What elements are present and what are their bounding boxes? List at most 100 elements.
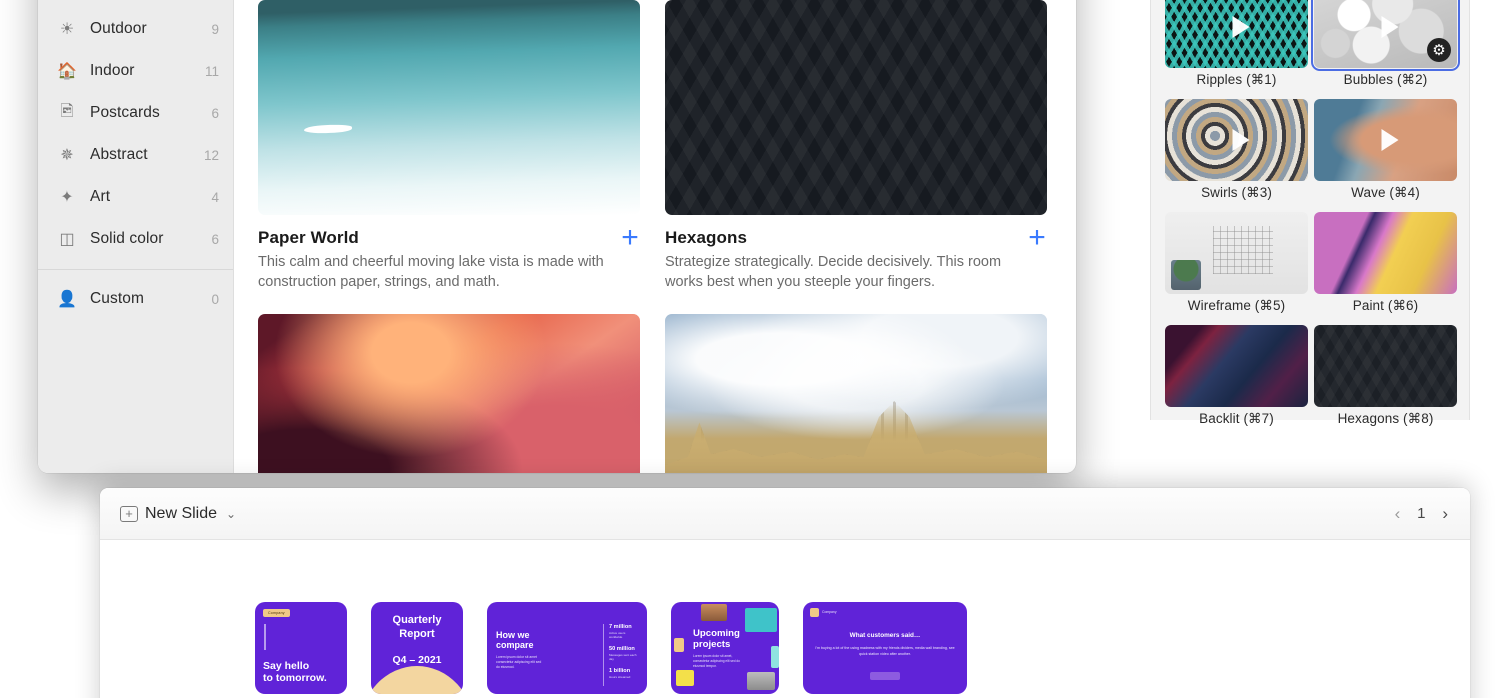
slide-stat-number: 7 million <box>609 624 632 630</box>
background-title: Paper World <box>258 228 359 247</box>
slide-photo-5 <box>747 672 775 690</box>
effect-thumbnail-wave[interactable] <box>1314 99 1457 181</box>
background-card-paper-world[interactable]: Paper World This calm and cheerful movin… <box>258 0 645 314</box>
slide-heading: What customers said… <box>849 632 921 639</box>
slide-heading: Say hello to tomorrow. <box>263 660 327 684</box>
screen-root: Ripples (⌘1) ⚙ Bubbles (⌘2) Swirls (⌘3) <box>0 0 1500 698</box>
sun-icon: ☀ <box>59 21 75 38</box>
sidebar-item-custom[interactable]: 👤 Custom 0 <box>38 278 233 320</box>
background-thumbnail[interactable] <box>665 0 1047 215</box>
new-slide-button[interactable]: + New Slide ⌄ <box>120 505 236 523</box>
slide-thumbnail-customer-quote[interactable]: Company What customers said… I'm buying … <box>803 602 967 694</box>
sidebar-item-label: Custom <box>90 290 145 307</box>
sidebar-item-count: 11 <box>204 63 219 79</box>
effect-thumbnail-ripples[interactable] <box>1165 0 1308 68</box>
house-icon: 🏠 <box>57 63 77 80</box>
slide-thumbnail-quarterly-report[interactable]: Quarterly Report Q4 – 2021 <box>371 602 463 694</box>
effect-label: Paint (⌘6) <box>1352 298 1419 313</box>
slide-title: Upcoming projects <box>693 628 740 650</box>
backgrounds-window: ☀ Outdoor 9 🏠 Indoor 11 🖻 Postcards 6 ✵ … <box>38 0 1076 473</box>
slide-heading: Quarterly Report <box>371 614 463 642</box>
sidebar-item-label: Abstract <box>90 146 148 163</box>
sidebar-item-art[interactable]: ✦ Art 4 <box>38 176 233 218</box>
effect-label: Hexagons (⌘8) <box>1337 411 1434 426</box>
effect-item-hexagons[interactable]: Hexagons (⌘8) <box>1314 325 1457 434</box>
slide-cta-button[interactable] <box>870 672 900 680</box>
slide-heading-line1: Say hello <box>263 659 310 672</box>
slide-stat: 50 million Messages sent each day <box>609 646 639 661</box>
sidebar-item-label: Art <box>90 188 111 205</box>
effect-thumbnail-backlit[interactable] <box>1165 325 1308 407</box>
background-description: Strategize strategically. Decide decisiv… <box>665 254 1002 290</box>
backgrounds-grid: Paper World This calm and cheerful movin… <box>234 0 1076 473</box>
slide-deck-window: + New Slide ⌄ ‹ 1 › Company Say hello to… <box>100 488 1470 698</box>
slide-stats-column: 7 million Active users worldwide 50 mill… <box>603 624 639 686</box>
effect-item-swirls[interactable]: Swirls (⌘3) <box>1165 99 1308 208</box>
slide-title-line2: compare <box>496 640 534 651</box>
slide-body: I'm buying a lot of the using madness wi… <box>815 646 955 656</box>
sidebar-item-count: 6 <box>211 231 219 247</box>
effect-thumbnail-wireframe[interactable] <box>1165 212 1308 294</box>
effect-thumbnail-bubbles[interactable]: ⚙ <box>1311 0 1460 71</box>
background-thumbnail[interactable] <box>665 314 1047 473</box>
sidebar-item-solid-color[interactable]: ◫ Solid color 6 <box>38 218 233 260</box>
sidebar-item-label: Postcards <box>90 104 160 121</box>
background-card-arizona[interactable]: Arizona Antelope Canyon is nature showin… <box>258 314 645 473</box>
palette-icon: ✦ <box>60 189 74 206</box>
new-slide-label: New Slide <box>145 504 218 522</box>
background-thumbnail[interactable] <box>258 0 640 215</box>
sidebar-item-count: 0 <box>211 291 219 307</box>
effect-item-paint[interactable]: Paint (⌘6) <box>1314 212 1457 321</box>
sidebar-item-postcards[interactable]: 🖻 Postcards 6 <box>38 92 233 134</box>
effect-item-ripples[interactable]: Ripples (⌘1) <box>1165 0 1308 95</box>
effect-label: Backlit (⌘7) <box>1199 411 1274 426</box>
sidebar-item-indoor[interactable]: 🏠 Indoor 11 <box>38 50 233 92</box>
slide-rule <box>264 624 266 650</box>
background-card-hexagons[interactable]: Hexagons Strategize strategically. Decid… <box>665 0 1052 314</box>
slide-photo-6 <box>771 646 779 668</box>
effect-thumbnail-hexagons[interactable] <box>1314 325 1457 407</box>
sidebar-item-abstract[interactable]: ✵ Abstract 12 <box>38 134 233 176</box>
sidebar-item-label: Solid color <box>90 230 164 247</box>
gear-icon[interactable]: ⚙ <box>1427 38 1451 62</box>
slide-stat-desc: Messages sent each day <box>609 653 637 661</box>
slide-title-line1: How we <box>496 630 530 640</box>
slide-logo-text: Company <box>822 610 837 614</box>
effect-item-wave[interactable]: Wave (⌘4) <box>1314 99 1457 208</box>
slide-thumbnail-upcoming-projects[interactable]: Upcoming projects Lorem ipsum dolor sit … <box>671 602 779 694</box>
sidebar-item-outdoor[interactable]: ☀ Outdoor 9 <box>38 8 233 50</box>
add-slide-icon: + <box>120 505 138 522</box>
pager: ‹ 1 › <box>1395 504 1448 524</box>
effects-grid: Ripples (⌘1) ⚙ Bubbles (⌘2) Swirls (⌘3) <box>1165 0 1460 434</box>
background-meta: Paper World This calm and cheerful movin… <box>258 215 645 292</box>
effect-item-backlit[interactable]: Backlit (⌘7) <box>1165 325 1308 434</box>
background-thumbnail[interactable] <box>258 314 640 473</box>
slide-subtitle: Q4 – 2021 <box>392 654 442 666</box>
backgrounds-content: Paper World This calm and cheerful movin… <box>234 0 1076 473</box>
effect-thumbnail-swirls[interactable] <box>1165 99 1308 181</box>
effect-item-bubbles[interactable]: ⚙ Bubbles (⌘2) <box>1311 0 1460 95</box>
effect-item-wireframe[interactable]: Wireframe (⌘5) <box>1165 212 1308 321</box>
add-background-button[interactable]: + <box>1026 223 1048 253</box>
slide-photo-4 <box>676 670 694 686</box>
chevron-down-icon[interactable]: ⌄ <box>226 507 236 521</box>
slide-dune-shape <box>371 666 463 694</box>
prev-page-button[interactable]: ‹ <box>1395 504 1401 524</box>
sidebar-item-count: 9 <box>211 21 219 37</box>
backgrounds-sidebar: ☀ Outdoor 9 🏠 Indoor 11 🖻 Postcards 6 ✵ … <box>38 0 234 473</box>
next-page-button[interactable]: › <box>1442 504 1448 524</box>
background-card-london[interactable]: London Look, kids, there's Big Ben, and … <box>665 314 1052 473</box>
add-background-button[interactable]: + <box>619 223 641 253</box>
slide-left-column: How we compare Lorem ipsum dolor sit ame… <box>496 630 542 670</box>
slide-thumbnail-say-hello[interactable]: Company Say hello to tomorrow. <box>255 602 347 694</box>
slide-body: Lorem ipsum dolor sit amet, consectetur … <box>693 654 740 668</box>
sidebar-item-count: 12 <box>203 147 219 163</box>
play-icon <box>1232 129 1249 151</box>
page-number: 1 <box>1417 505 1426 522</box>
slide-thumbnail-how-we-compare[interactable]: How we compare Lorem ipsum dolor sit ame… <box>487 602 647 694</box>
slide-logo-icon <box>810 608 819 617</box>
sidebar-item-label: Indoor <box>90 62 135 79</box>
background-title: Hexagons <box>665 228 748 247</box>
effect-thumbnail-paint[interactable] <box>1314 212 1457 294</box>
sidebar-divider <box>38 269 233 270</box>
